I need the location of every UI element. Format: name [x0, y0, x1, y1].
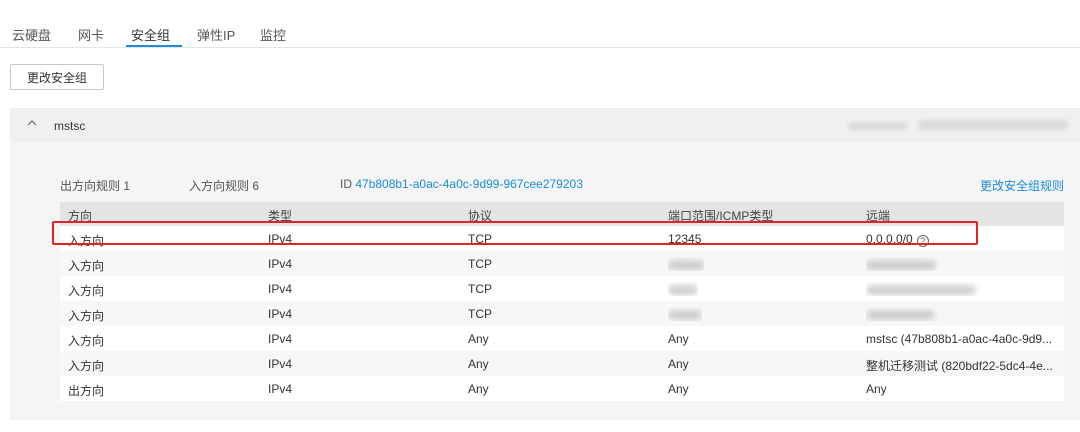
id-prefix: ID: [340, 177, 352, 191]
redacted-info: [918, 120, 1068, 130]
redacted-value: [668, 284, 698, 295]
remote-cell-redacted: [866, 282, 1056, 296]
redacted-value: [668, 259, 704, 270]
change-security-group-button[interactable]: 更改安全组: [10, 64, 104, 90]
direction-cell: 出方向: [68, 384, 105, 398]
column-header: 方向: [68, 209, 93, 223]
port-cell: Any: [668, 357, 689, 371]
tab-nic[interactable]: 网卡: [78, 25, 104, 44]
protocol-cell: TCP: [468, 282, 492, 296]
table-row: 入方向 IPv4 TCP 12345 0.0.0.0/0?: [60, 226, 1064, 251]
port-cell-redacted: [668, 282, 698, 296]
table-header: 方向 类型 协议 端口范围/ICMP类型 远端: [60, 202, 1064, 226]
type-cell: IPv4: [268, 232, 293, 246]
type-cell: IPv4: [268, 282, 293, 296]
active-tab-indicator: [126, 45, 182, 47]
protocol-cell: TCP: [468, 232, 492, 246]
redacted-value: [866, 309, 934, 320]
security-group-id: ID 47b808b1-a0ac-4a0c-9d99-967cee279203: [340, 177, 583, 191]
remote-cell-redacted: [866, 307, 1056, 321]
type-cell: IPv4: [268, 357, 293, 371]
tab-cloud-disk[interactable]: 云硬盘: [12, 25, 51, 44]
rules-table: 方向 类型 协议 端口范围/ICMP类型 远端 入方向 IPv4 TCP 123…: [60, 202, 1064, 401]
table-row: 入方向 IPv4 Any Any mstsc (47b808b1-a0ac-4a…: [60, 326, 1064, 351]
inbound-rule-count: 入方向规则 6: [189, 179, 260, 193]
security-group-id-value[interactable]: 47b808b1-a0ac-4a0c-9d99-967cee279203: [355, 177, 583, 191]
redacted-value: [668, 309, 702, 320]
remote-value: 0.0.0.0/0: [866, 232, 913, 246]
column-header: 远端: [866, 209, 891, 223]
security-group-panel: mstsc 出方向规则 1 入方向规则 6 ID 47b808b1-a0ac-4…: [10, 108, 1080, 420]
port-cell-redacted: [668, 307, 702, 321]
remote-cell: Any: [866, 382, 887, 396]
direction-cell: 入方向: [68, 334, 105, 348]
port-cell: Any: [668, 382, 689, 396]
direction-cell: 入方向: [68, 309, 105, 323]
tab-elastic-ip[interactable]: 弹性IP: [197, 25, 235, 44]
redacted-info: [848, 122, 908, 130]
type-cell: IPv4: [268, 257, 293, 271]
type-cell: IPv4: [268, 332, 293, 346]
change-rules-link[interactable]: 更改安全组规则: [980, 177, 1064, 194]
table-row: 入方向 IPv4 TCP: [60, 276, 1064, 301]
detail-tabs: 云硬盘 网卡 安全组 弹性IP 监控: [0, 0, 1080, 48]
outbound-rule-count: 出方向规则 1: [60, 179, 131, 193]
port-cell: Any: [668, 332, 689, 346]
type-cell: IPv4: [268, 307, 293, 321]
tab-monitoring[interactable]: 监控: [260, 25, 286, 44]
protocol-cell: Any: [468, 382, 489, 396]
tab-security-group[interactable]: 安全组: [131, 25, 170, 44]
direction-cell: 入方向: [68, 259, 105, 273]
security-group-name: mstsc: [54, 119, 86, 133]
port-cell-redacted: [668, 257, 704, 271]
help-icon[interactable]: ?: [916, 235, 929, 247]
direction-cell: 入方向: [68, 234, 105, 248]
direction-cell: 入方向: [68, 359, 105, 373]
remote-cell: 0.0.0.0/0?: [866, 232, 1056, 247]
table-row: 入方向 IPv4 TCP: [60, 301, 1064, 326]
security-group-header[interactable]: mstsc: [10, 108, 1080, 142]
protocol-cell: TCP: [468, 257, 492, 271]
direction-cell: 入方向: [68, 284, 105, 298]
redacted-value: [866, 259, 936, 270]
table-row: 入方向 IPv4 TCP: [60, 251, 1064, 276]
column-header: 类型: [268, 209, 293, 223]
remote-cell[interactable]: 整机迁移测试 (820bdf22-5dc4-4e...: [866, 357, 1056, 374]
remote-cell[interactable]: mstsc (47b808b1-a0ac-4a0c-9d9...: [866, 332, 1056, 346]
column-header: 协议: [468, 209, 493, 223]
table-row: 入方向 IPv4 Any Any 整机迁移测试 (820bdf22-5dc4-4…: [60, 351, 1064, 376]
protocol-cell: TCP: [468, 307, 492, 321]
column-header: 端口范围/ICMP类型: [668, 209, 774, 223]
protocol-cell: Any: [468, 357, 489, 371]
table-row: 出方向 IPv4 Any Any Any: [60, 376, 1064, 401]
chevron-up-icon[interactable]: [24, 115, 40, 131]
redacted-value: [866, 284, 976, 295]
protocol-cell: Any: [468, 332, 489, 346]
remote-cell-redacted: [866, 257, 1056, 271]
type-cell: IPv4: [268, 382, 293, 396]
port-cell: 12345: [668, 232, 702, 246]
